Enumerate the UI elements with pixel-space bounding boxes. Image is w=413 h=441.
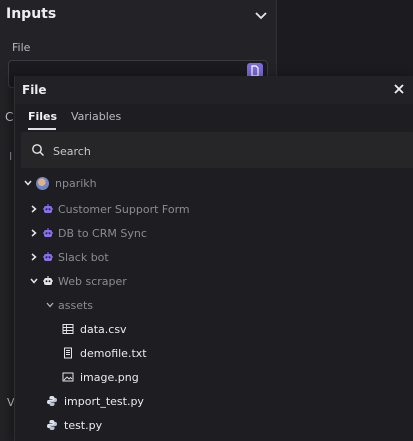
chevron-down-icon[interactable] bbox=[23, 178, 33, 188]
tree-item-label: Customer Support Form bbox=[58, 202, 190, 216]
python-icon bbox=[47, 396, 57, 406]
chevron-down-icon[interactable] bbox=[29, 276, 39, 286]
inputs-header[interactable]: Inputs bbox=[0, 0, 276, 30]
tab-variables[interactable]: Variables bbox=[71, 110, 121, 123]
tree-folder-label: assets bbox=[58, 298, 94, 312]
tree-file-label: data.csv bbox=[80, 322, 127, 336]
tree-item-label: Web scraper bbox=[58, 274, 127, 288]
tree-file-label: image.png bbox=[80, 370, 139, 384]
tree-item-slack-bot[interactable]: Slack bot bbox=[29, 246, 109, 268]
close-icon[interactable] bbox=[392, 82, 406, 96]
chevron-right-icon[interactable] bbox=[29, 228, 39, 238]
file-picker-dialog: File Files Variables nparikh bbox=[14, 76, 413, 441]
tree-file-label: import_test.py bbox=[64, 394, 144, 408]
tree-file-label: test.py bbox=[64, 418, 103, 432]
text-file-icon bbox=[64, 347, 72, 359]
file-field-label: File bbox=[12, 41, 31, 54]
tree-file-demofile-txt[interactable]: demofile.txt bbox=[62, 342, 147, 364]
tree-item-customer-support-form[interactable]: Customer Support Form bbox=[29, 198, 190, 220]
dialog-header: File bbox=[15, 76, 413, 104]
tree-item-label: Slack bot bbox=[58, 250, 109, 264]
tree-file-data-csv[interactable]: data.csv bbox=[62, 318, 127, 340]
chevron-right-icon[interactable] bbox=[29, 204, 39, 214]
tree-user-label: nparikh bbox=[55, 176, 97, 190]
search-box[interactable] bbox=[21, 132, 413, 168]
chevron-right-icon[interactable] bbox=[29, 252, 39, 262]
search-input[interactable] bbox=[51, 140, 405, 162]
chevron-down-icon[interactable] bbox=[45, 300, 55, 310]
bot-icon bbox=[43, 228, 53, 237]
dialog-title: File bbox=[22, 83, 47, 97]
search-icon bbox=[32, 144, 44, 156]
tree-item-web-scraper[interactable]: Web scraper bbox=[29, 270, 127, 292]
tree-file-label: demofile.txt bbox=[80, 346, 147, 360]
tree-file-import-test-py[interactable]: import_test.py bbox=[46, 390, 144, 412]
chevron-down-icon[interactable] bbox=[253, 7, 269, 23]
bot-icon bbox=[43, 204, 53, 213]
tree-item-db-to-crm-sync[interactable]: DB to CRM Sync bbox=[29, 222, 147, 244]
tree-file-test-py[interactable]: test.py bbox=[46, 414, 102, 436]
dialog-tabs: Files Variables bbox=[15, 106, 413, 130]
image-icon bbox=[62, 372, 74, 382]
covered-text-i: I bbox=[9, 150, 13, 163]
table-icon bbox=[62, 324, 74, 334]
tree-item-label: DB to CRM Sync bbox=[58, 226, 147, 240]
tree-file-image-png[interactable]: image.png bbox=[62, 366, 139, 388]
inputs-title: Inputs bbox=[6, 6, 57, 22]
bot-icon bbox=[43, 252, 53, 261]
python-icon bbox=[47, 420, 57, 430]
tree-folder-assets[interactable]: assets bbox=[45, 294, 93, 316]
covered-text-c: C bbox=[5, 110, 14, 124]
avatar bbox=[36, 176, 49, 190]
tree-root-user[interactable]: nparikh bbox=[23, 172, 97, 194]
active-tab-indicator bbox=[28, 128, 56, 130]
tab-files[interactable]: Files bbox=[28, 110, 57, 123]
bot-icon bbox=[43, 276, 53, 285]
